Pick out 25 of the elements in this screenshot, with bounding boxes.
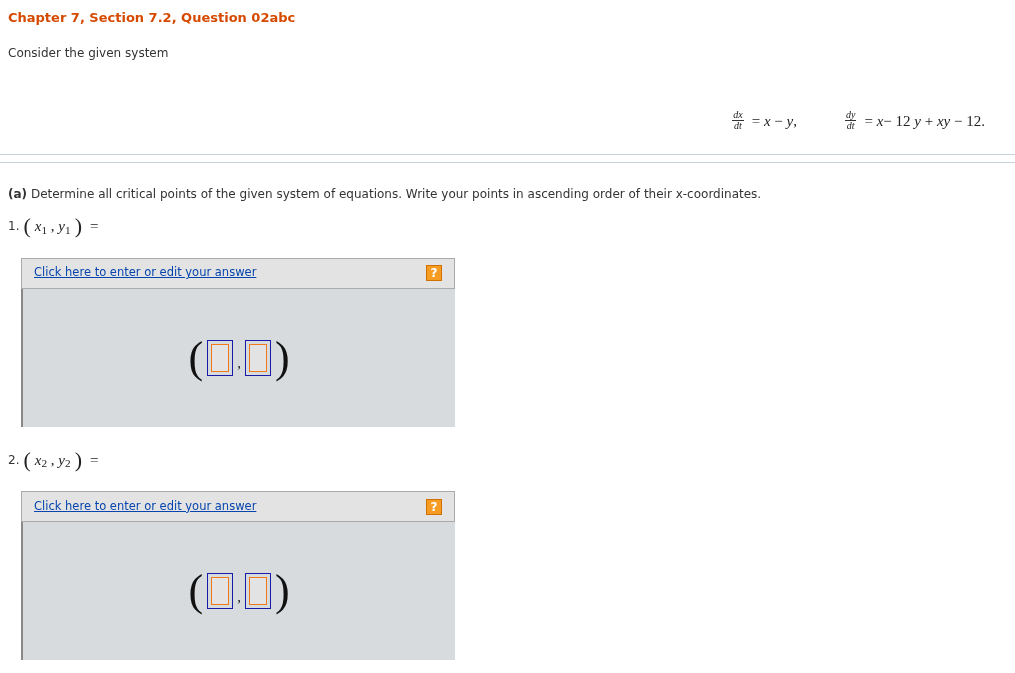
open-paren: ( [188, 335, 204, 380]
part-text: (a) Determine all critical points of the given system of equations. Write your points in ascending order of their x-coordinates. [8, 186, 763, 203]
answer-link[interactable]: Click here to enter or edit your answer [34, 497, 257, 516]
question-title: Chapter 7, Section 7.2, Question 02abc [8, 9, 297, 27]
answer-slot[interactable] [207, 573, 234, 609]
point-number: 1. [8, 218, 20, 236]
open-paren: ( [188, 569, 204, 613]
answer-slot[interactable] [244, 339, 271, 376]
comma: , [237, 587, 241, 607]
fraction: dy dt [845, 110, 857, 132]
answer-link[interactable]: Click here to enter or edit your answer [34, 264, 257, 282]
point-expression: ( x$_{1}$ , y$_{1}$ ) [23, 215, 82, 238]
answer-slot[interactable] [244, 573, 271, 609]
close-paren: ) [274, 569, 290, 613]
comma: , [237, 354, 241, 373]
close-paren: ) [274, 335, 290, 380]
point-number: 2. [8, 451, 20, 469]
point-expression: ( x$_{2}$ , y$_{2}$ ) [23, 448, 82, 471]
answer-slot[interactable] [207, 339, 234, 376]
equals-sign: = [89, 450, 99, 470]
equation-text: = x− 12 y + xy − 12. [864, 111, 985, 131]
fraction: dx dt [732, 110, 744, 132]
equals-sign: = [89, 217, 99, 236]
intro-text: Consider the given system [8, 44, 170, 62]
equation-text: = x − y, [751, 111, 797, 131]
